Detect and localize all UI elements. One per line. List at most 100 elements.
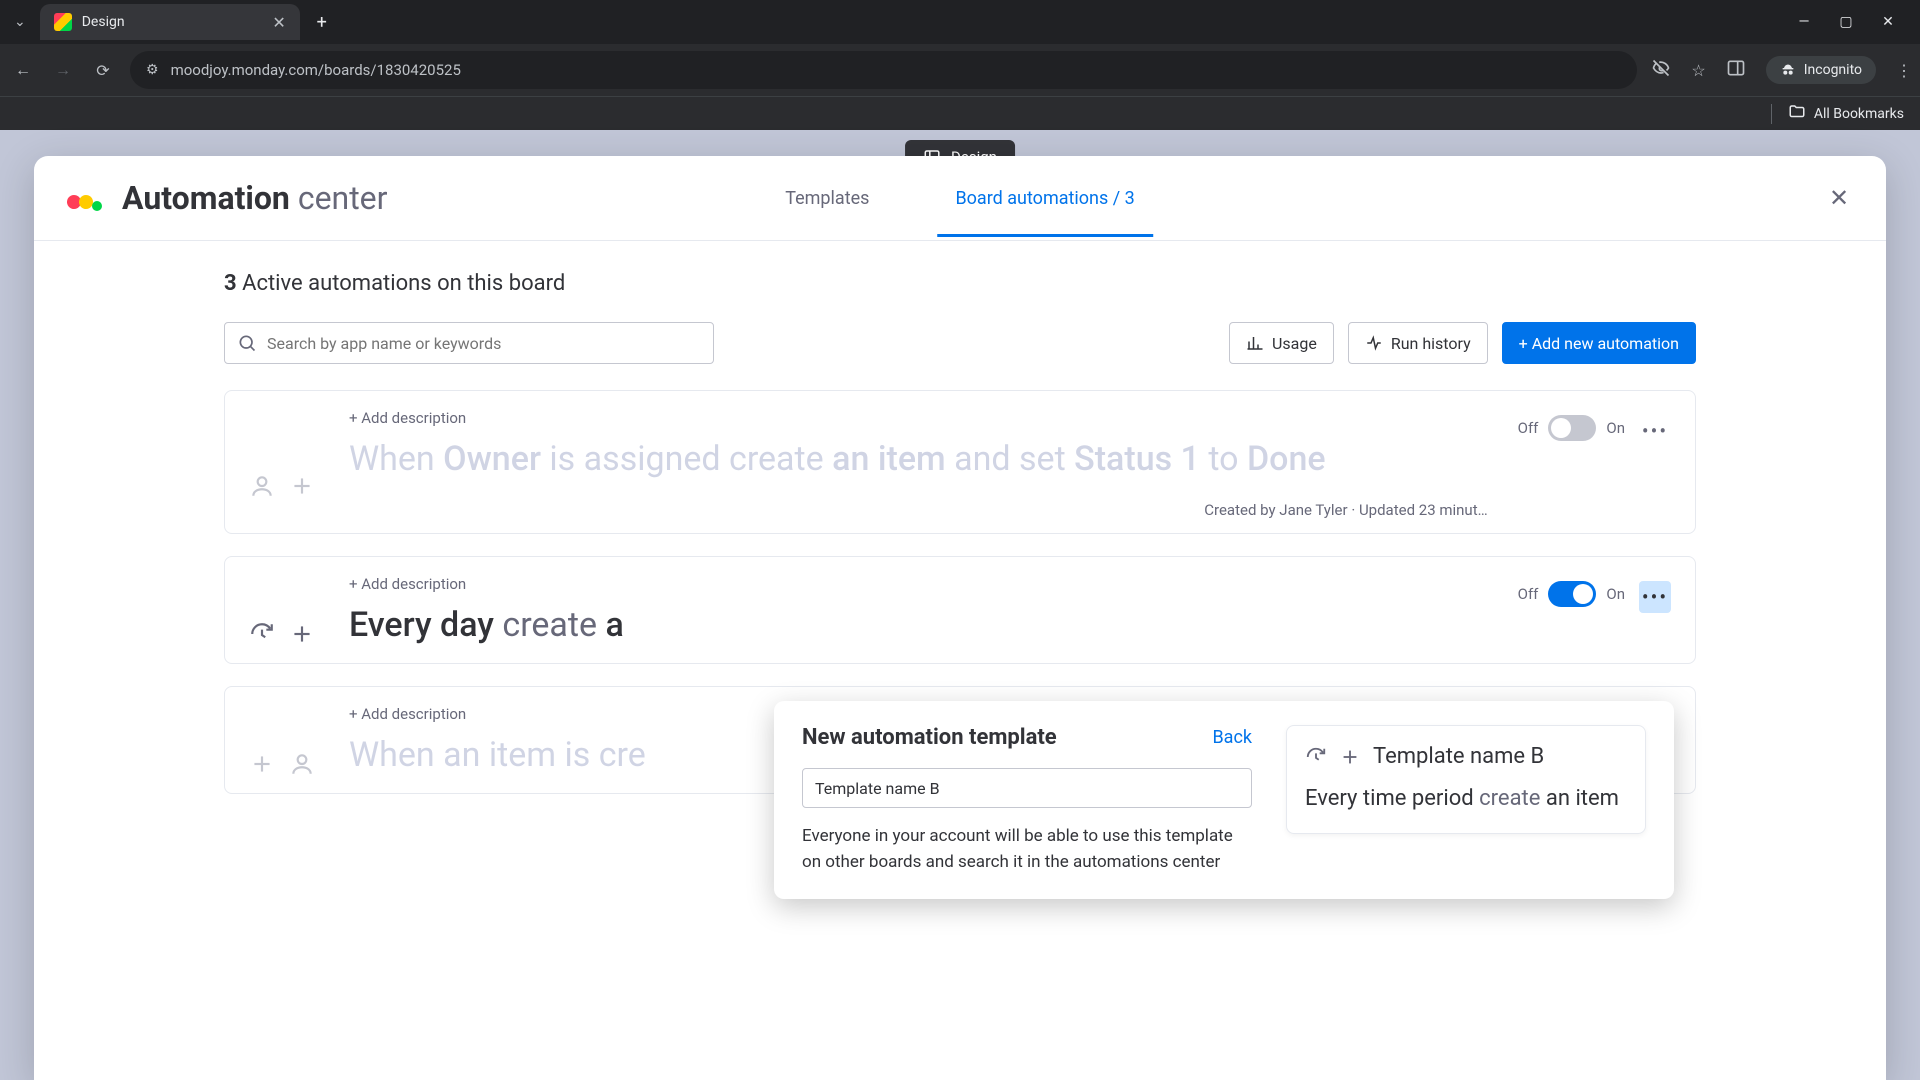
panel-icon[interactable] xyxy=(1726,58,1746,82)
toggle-wrap: Off On xyxy=(1518,581,1625,607)
url-text: moodjoy.monday.com/boards/1830420525 xyxy=(171,61,461,79)
card-icons xyxy=(249,409,319,519)
preview-rule: Every time period create an item xyxy=(1305,783,1627,815)
recurring-icon xyxy=(249,621,275,647)
tabs-dropdown-icon[interactable]: ⌄ xyxy=(8,8,32,36)
forward-icon: → xyxy=(50,60,76,80)
modal-body: 3 Active automations on this board Usage… xyxy=(34,241,1886,1080)
tab-strip: ⌄ Design ✕ + ― ▢ ✕ xyxy=(0,0,1920,44)
add-automation-button[interactable]: + Add new automation xyxy=(1502,322,1696,364)
popover-title: New automation template xyxy=(802,725,1057,750)
reload-icon[interactable]: ⟳ xyxy=(90,61,116,80)
rule-text: Every day create a xyxy=(349,603,1488,649)
card-icons xyxy=(249,705,319,779)
modal-header: Automation center Templates Board automa… xyxy=(34,156,1886,240)
browser-menu-icon[interactable]: ⋮ xyxy=(1896,61,1910,80)
browser-tab[interactable]: Design ✕ xyxy=(40,4,300,40)
popover-description: Everyone in your account will be able to… xyxy=(802,824,1252,875)
preview-head: Template name B xyxy=(1305,744,1627,769)
usage-label: Usage xyxy=(1272,334,1317,353)
bookmark-star-icon[interactable]: ☆ xyxy=(1691,61,1705,80)
card-main: + Add description Every day create a xyxy=(349,575,1488,649)
automation-toggle[interactable] xyxy=(1548,581,1596,607)
url-bar[interactable]: ⚙ moodjoy.monday.com/boards/1830420525 xyxy=(130,51,1637,89)
run-history-label: Run history xyxy=(1391,334,1471,353)
browser-chrome: ⌄ Design ✕ + ― ▢ ✕ ← → ⟳ ⚙ moodjoy.monda… xyxy=(0,0,1920,130)
person-icon xyxy=(289,751,315,777)
automation-card[interactable]: + Add description Every day create a Off… xyxy=(224,556,1696,664)
back-icon[interactable]: ← xyxy=(10,60,36,80)
card-main: + Add description When Owner is assigned… xyxy=(349,409,1488,519)
toggle-off-label: Off xyxy=(1518,585,1539,603)
automation-card[interactable]: + Add description When Owner is assigned… xyxy=(224,390,1696,534)
tab-templates[interactable]: Templates xyxy=(767,160,887,237)
person-icon xyxy=(249,473,275,499)
close-modal-button[interactable]: ✕ xyxy=(1822,181,1856,215)
modal-tabs: Templates Board automations / 3 xyxy=(767,156,1153,240)
new-tab-button[interactable]: + xyxy=(308,8,336,36)
tab-board-automations[interactable]: Board automations / 3 xyxy=(937,160,1152,237)
folder-icon xyxy=(1788,103,1806,125)
incognito-label: Incognito xyxy=(1804,62,1862,78)
plus-icon xyxy=(289,473,315,499)
back-link[interactable]: Back xyxy=(1212,727,1252,748)
app-area: Design Automation center Templates Board… xyxy=(0,130,1920,1080)
active-count-line: 3 Active automations on this board xyxy=(224,271,1696,296)
recurring-icon xyxy=(1305,746,1327,768)
active-count-label: Active automations on this board xyxy=(242,271,565,296)
minimize-icon[interactable]: ― xyxy=(1794,14,1814,30)
browser-toolbar: ← → ⟳ ⚙ moodjoy.monday.com/boards/183042… xyxy=(0,44,1920,96)
search-input[interactable] xyxy=(267,334,701,353)
add-description-button[interactable]: + Add description xyxy=(349,575,1488,593)
modal-title-bold: Automation xyxy=(122,179,290,217)
close-window-icon[interactable]: ✕ xyxy=(1878,14,1898,30)
active-count: 3 xyxy=(224,271,237,296)
run-history-button[interactable]: Run history xyxy=(1348,322,1488,364)
add-description-button[interactable]: + Add description xyxy=(349,409,1488,427)
add-automation-label: + Add new automation xyxy=(1519,334,1679,353)
template-name-input[interactable] xyxy=(802,768,1252,808)
automation-toggle[interactable] xyxy=(1548,415,1596,441)
all-bookmarks-link[interactable]: All Bookmarks xyxy=(1814,106,1904,122)
preview-name: Template name B xyxy=(1373,744,1544,769)
toggle-on-label: On xyxy=(1606,419,1625,437)
card-right: Off On ••• xyxy=(1518,409,1671,519)
window-controls: ― ▢ ✕ xyxy=(1794,14,1912,30)
row-menu-button[interactable]: ••• xyxy=(1639,415,1671,447)
modal-title: Automation center xyxy=(122,179,387,217)
card-icons xyxy=(249,575,319,649)
chart-icon xyxy=(1246,334,1264,352)
site-tune-icon[interactable]: ⚙ xyxy=(146,62,159,78)
card-meta: Created by Jane Tyler · Updated 23 minut… xyxy=(349,501,1488,519)
tab-board-automations-label: Board automations / 3 xyxy=(955,188,1134,209)
monday-logo-icon xyxy=(64,178,104,218)
popover-title-row: New automation template Back xyxy=(802,725,1252,750)
toggle-off-label: Off xyxy=(1518,419,1539,437)
usage-button[interactable]: Usage xyxy=(1229,322,1334,364)
toolbar-right: ☆ Incognito ⋮ xyxy=(1651,56,1910,84)
modal-title-light: center xyxy=(298,179,388,217)
toggle-wrap: Off On xyxy=(1518,415,1625,441)
popover-right: Template name B Every time period create… xyxy=(1286,725,1646,875)
tab-close-icon[interactable]: ✕ xyxy=(272,13,285,32)
tab-templates-label: Templates xyxy=(785,188,869,209)
row-menu-button[interactable]: ••• xyxy=(1639,581,1671,613)
controls-row: Usage Run history + Add new automation xyxy=(224,322,1696,364)
incognito-badge[interactable]: Incognito xyxy=(1766,56,1876,84)
maximize-icon[interactable]: ▢ xyxy=(1836,14,1856,30)
automation-center-modal: Automation center Templates Board automa… xyxy=(34,156,1886,1080)
new-template-popover: New automation template Back Everyone in… xyxy=(774,701,1674,899)
template-preview-card: Template name B Every time period create… xyxy=(1286,725,1646,834)
plus-icon xyxy=(249,751,275,777)
popover-left: New automation template Back Everyone in… xyxy=(802,725,1252,875)
plus-icon xyxy=(289,621,315,647)
search-box[interactable] xyxy=(224,322,714,364)
favicon-icon xyxy=(54,13,72,31)
card-right: Off On ••• xyxy=(1518,575,1671,649)
rule-text: When Owner is assigned create an item an… xyxy=(349,437,1488,483)
search-icon xyxy=(237,333,257,353)
toggle-on-label: On xyxy=(1606,585,1625,603)
divider xyxy=(1771,104,1772,124)
activity-icon xyxy=(1365,334,1383,352)
eye-off-icon[interactable] xyxy=(1651,58,1671,82)
